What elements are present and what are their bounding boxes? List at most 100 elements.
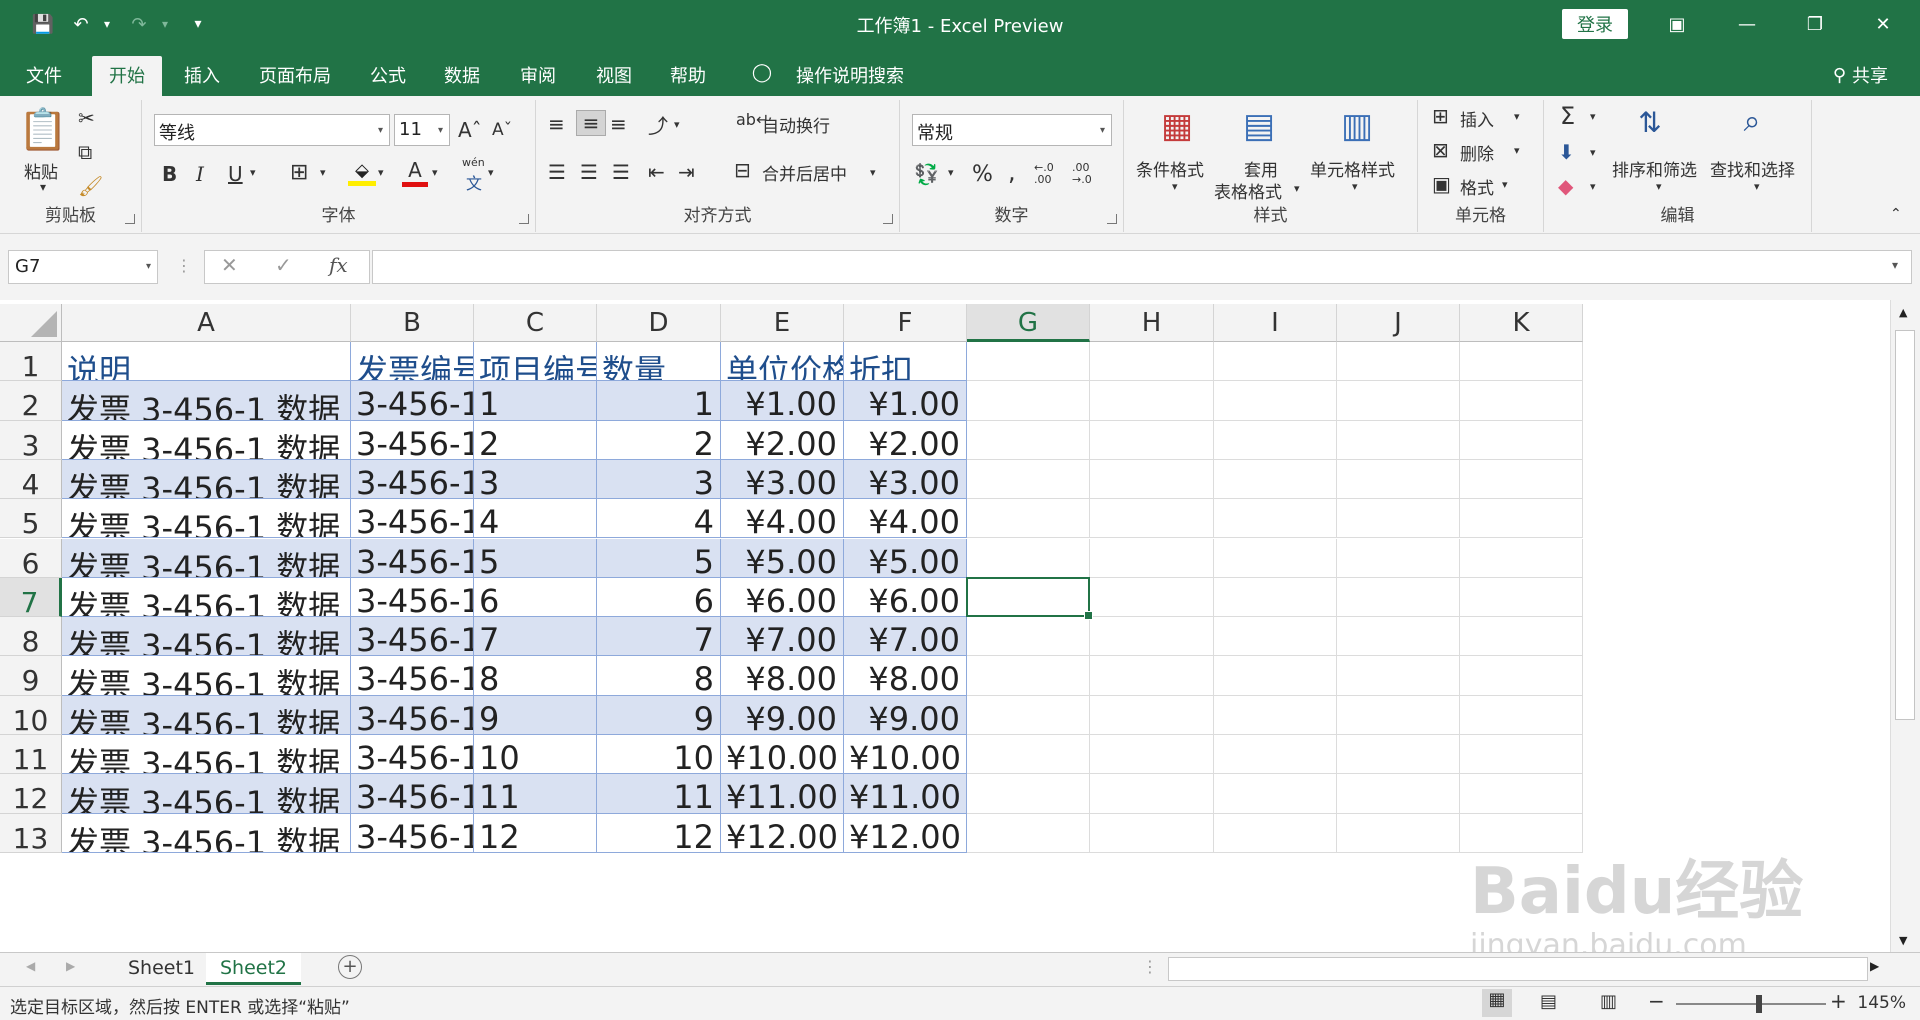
insert-dropdown-icon[interactable]: ▾ xyxy=(1514,110,1520,123)
table-header-cell[interactable] xyxy=(1337,342,1460,382)
active-cell[interactable] xyxy=(966,576,1093,621)
column-header-d[interactable]: D xyxy=(597,304,721,342)
find-select-icon[interactable]: ⌕ xyxy=(1732,104,1772,139)
format-table-icon[interactable]: ▤ xyxy=(1236,106,1282,150)
bold-button[interactable]: B xyxy=(162,162,177,186)
table-cell[interactable]: 3-456-1 xyxy=(351,617,474,657)
next-sheet-icon[interactable]: ▶ xyxy=(66,959,75,973)
table-cell[interactable]: 10 xyxy=(474,735,597,775)
table-cell[interactable]: 3-456-1 xyxy=(351,577,474,618)
zoom-out-icon[interactable]: − xyxy=(1648,989,1665,1013)
delete-cells-button[interactable]: 删除 xyxy=(1460,140,1494,165)
table-cell[interactable]: ¥11.00 xyxy=(844,774,967,814)
table-cell[interactable] xyxy=(1090,813,1214,853)
grow-font-icon[interactable]: Aˆ xyxy=(458,118,482,142)
table-cell[interactable]: 8 xyxy=(474,656,597,696)
table-cell[interactable]: 3-456-1 xyxy=(351,381,474,421)
decrease-decimal-button[interactable]: .00 →.0 xyxy=(1072,162,1104,186)
table-cell[interactable] xyxy=(1214,459,1337,500)
font-size-select[interactable]: 11 ▾ xyxy=(394,114,450,146)
decrease-indent-icon[interactable]: ⇤ xyxy=(648,160,665,184)
table-cell[interactable]: 3 xyxy=(597,459,721,500)
table-cell[interactable] xyxy=(967,459,1090,500)
format-dropdown-icon[interactable]: ▾ xyxy=(1502,178,1508,191)
table-cell[interactable] xyxy=(1460,420,1583,460)
phonetic-dropdown-icon[interactable]: ▾ xyxy=(488,166,494,179)
row-header[interactable]: 11 xyxy=(0,735,62,776)
table-cell[interactable] xyxy=(967,617,1090,657)
merge-icon[interactable]: ⊟ xyxy=(734,158,751,182)
table-cell[interactable]: 3-456-1 xyxy=(351,538,474,578)
table-cell[interactable] xyxy=(1214,735,1337,775)
table-cell[interactable]: 发票 3-456-1 数据 6 xyxy=(62,577,351,618)
copy-icon[interactable]: ⧉ xyxy=(78,140,92,164)
column-header-b[interactable]: B xyxy=(351,304,474,342)
normal-view-icon[interactable]: ▦ xyxy=(1482,989,1512,1017)
table-cell[interactable] xyxy=(1214,656,1337,696)
table-cell[interactable] xyxy=(1460,774,1583,814)
autosum-dropdown-icon[interactable]: ▾ xyxy=(1590,110,1596,123)
table-cell[interactable]: 发票 3-456-1 数据 5 xyxy=(62,538,351,578)
align-center-icon[interactable]: ☰ xyxy=(580,160,598,184)
row-header[interactable]: 3 xyxy=(0,420,62,462)
table-cell[interactable]: 发票 3-456-1 数据 9 xyxy=(62,695,351,735)
table-cell[interactable]: 3-456-1 xyxy=(351,695,474,735)
cell-styles-dropdown-icon[interactable]: ▾ xyxy=(1352,180,1358,193)
table-cell[interactable] xyxy=(1460,617,1583,657)
align-right-icon[interactable]: ☰ xyxy=(612,160,630,184)
tab-help[interactable]: 帮助 xyxy=(658,58,718,96)
conditional-format-button[interactable]: 条件格式 xyxy=(1136,156,1204,181)
number-launcher-icon[interactable] xyxy=(1107,214,1117,224)
align-middle-icon[interactable]: ≡ xyxy=(576,110,606,136)
select-all-corner[interactable] xyxy=(0,304,62,342)
column-header-e[interactable]: E xyxy=(721,304,844,342)
table-cell[interactable]: 3-456-1 xyxy=(351,459,474,500)
formula-input[interactable] xyxy=(372,250,1912,284)
table-header-cell[interactable]: 项目编号 xyxy=(474,342,597,382)
table-cell[interactable] xyxy=(967,538,1090,578)
column-header-c[interactable]: C xyxy=(474,304,597,342)
zoom-in-icon[interactable]: + xyxy=(1830,989,1847,1013)
table-cell[interactable] xyxy=(1090,656,1214,696)
table-cell[interactable] xyxy=(1090,538,1214,578)
table-cell[interactable]: ¥8.00 xyxy=(844,656,967,696)
increase-decimal-button[interactable]: ←.0 .00 xyxy=(1034,162,1066,186)
tab-insert[interactable]: 插入 xyxy=(172,58,232,96)
shrink-font-icon[interactable]: Aˇ xyxy=(492,120,512,140)
table-cell[interactable]: 发票 3-456-1 数据 11 xyxy=(62,774,351,814)
font-color-dropdown-icon[interactable]: ▾ xyxy=(432,166,438,179)
table-cell[interactable] xyxy=(1460,656,1583,696)
name-box-dropdown-icon[interactable]: ▾ xyxy=(146,261,151,272)
table-cell[interactable]: 3 xyxy=(474,459,597,500)
table-cell[interactable]: 3-456-1 xyxy=(351,735,474,775)
table-cell[interactable]: ¥5.00 xyxy=(721,538,844,578)
table-cell[interactable]: 1 xyxy=(597,381,721,421)
table-cell[interactable]: ¥11.00 xyxy=(721,774,844,814)
zoom-slider[interactable] xyxy=(1676,1003,1826,1005)
merge-dropdown-icon[interactable]: ▾ xyxy=(870,166,876,179)
table-cell[interactable]: 发票 3-456-1 数据 8 xyxy=(62,656,351,696)
tell-me-search[interactable]: 操作说明搜索 xyxy=(780,58,920,96)
table-cell[interactable] xyxy=(1460,577,1583,618)
page-layout-view-icon[interactable]: ▤ xyxy=(1540,991,1557,1012)
table-cell[interactable]: 11 xyxy=(597,774,721,814)
table-cell[interactable]: ¥3.00 xyxy=(844,459,967,500)
table-cell[interactable] xyxy=(1460,735,1583,775)
table-cell[interactable] xyxy=(1090,774,1214,814)
tab-split-grip-icon[interactable]: ⋮ xyxy=(1142,957,1158,976)
table-cell[interactable] xyxy=(1090,459,1214,500)
column-header-j[interactable]: J xyxy=(1337,304,1460,342)
table-cell[interactable]: 3-456-1 xyxy=(351,774,474,814)
find-select-button[interactable]: 查找和选择 xyxy=(1710,156,1795,181)
table-cell[interactable] xyxy=(1460,499,1583,539)
row-header[interactable]: 6 xyxy=(0,538,62,580)
row-header[interactable]: 9 xyxy=(0,656,62,697)
paste-icon[interactable]: 📋 xyxy=(18,106,68,156)
underline-dropdown-icon[interactable]: ▾ xyxy=(250,166,256,179)
table-header-cell[interactable]: 折扣 xyxy=(844,342,967,382)
fill-dropdown-icon[interactable]: ▾ xyxy=(1590,146,1596,159)
font-launcher-icon[interactable] xyxy=(519,214,529,224)
table-cell[interactable] xyxy=(967,499,1090,539)
table-cell[interactable] xyxy=(1090,420,1214,460)
cell-styles-button[interactable]: 单元格样式 xyxy=(1310,156,1395,181)
